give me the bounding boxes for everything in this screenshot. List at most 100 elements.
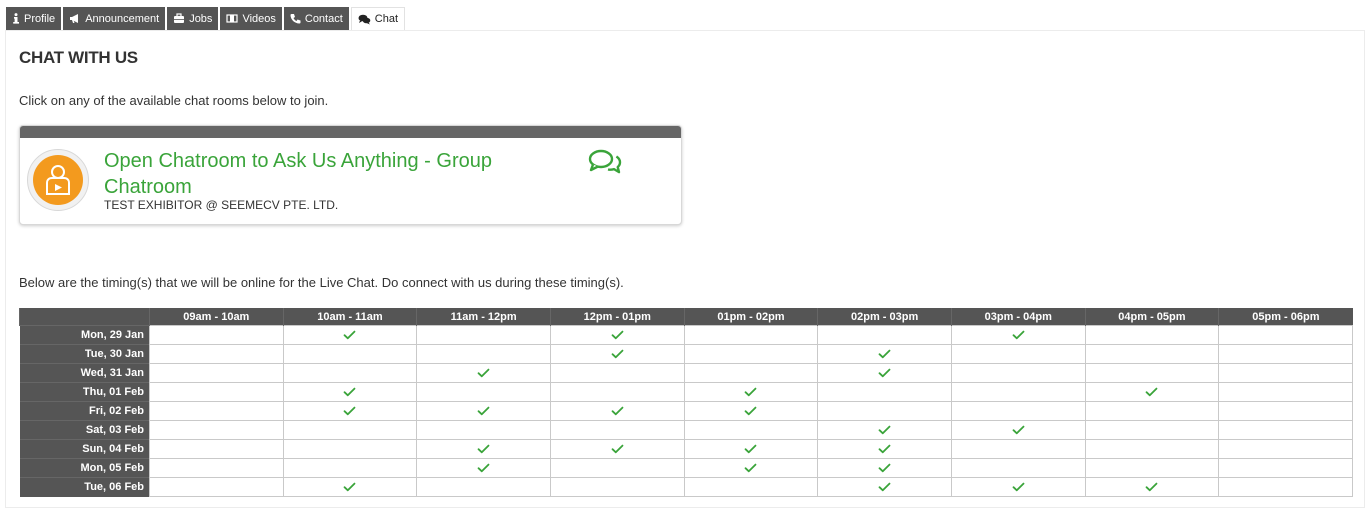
- chatroom-user-icon: [33, 155, 83, 205]
- checkmark-icon: [611, 329, 624, 341]
- slot-header: 05pm - 06pm: [1218, 308, 1353, 326]
- checkmark-icon: [878, 348, 891, 360]
- tab-jobs[interactable]: Jobs: [167, 7, 219, 30]
- empty-slot-cell: [1084, 344, 1220, 364]
- empty-slot-cell: [282, 420, 418, 440]
- checkmark-icon: [744, 443, 757, 455]
- empty-slot-cell: [282, 439, 418, 459]
- empty-slot-cell: [950, 458, 1086, 478]
- available-slot-cell: [416, 458, 551, 478]
- empty-slot-cell: [1218, 420, 1353, 440]
- checkmark-icon: [343, 481, 356, 493]
- empty-slot-cell: [1218, 401, 1353, 421]
- tab-bar: Profile Announcement Jobs Videos Contact…: [6, 7, 407, 30]
- empty-slot-cell: [549, 382, 685, 402]
- available-slot-cell: [282, 325, 418, 345]
- chat-schedule-table: 09am - 10am 10am - 11am 11am - 12pm 12pm…: [19, 308, 1353, 497]
- day-label: Sat, 03 Feb: [19, 420, 150, 440]
- timing-note: Below are the timing(s) that we will be …: [19, 275, 624, 290]
- chatroom-card[interactable]: Open Chatroom to Ask Us Anything - Group…: [19, 125, 682, 225]
- checkmark-icon: [878, 443, 891, 455]
- checkmark-icon: [744, 462, 757, 474]
- empty-slot-cell: [950, 401, 1086, 421]
- empty-slot-cell: [950, 344, 1086, 364]
- schedule-row: Mon, 05 Feb: [19, 458, 1353, 478]
- schedule-row: Sat, 03 Feb: [19, 420, 1353, 440]
- empty-slot-cell: [1084, 439, 1220, 459]
- available-slot-cell: [683, 382, 819, 402]
- checkmark-icon: [611, 405, 624, 417]
- tab-chat[interactable]: Chat: [350, 7, 406, 30]
- available-slot-cell: [817, 458, 952, 478]
- empty-slot-cell: [149, 477, 284, 497]
- tab-announcement[interactable]: Announcement: [63, 7, 166, 30]
- intro-text: Click on any of the available chat rooms…: [19, 93, 329, 108]
- day-label: Mon, 05 Feb: [19, 458, 150, 478]
- empty-slot-cell: [1218, 458, 1353, 478]
- empty-slot-cell: [282, 458, 418, 478]
- chat-bubbles-icon[interactable]: [587, 148, 623, 183]
- empty-slot-cell: [1218, 382, 1353, 402]
- tab-profile[interactable]: Profile: [6, 7, 62, 30]
- available-slot-cell: [549, 401, 685, 421]
- available-slot-cell: [282, 401, 418, 421]
- slot-header: 12pm - 01pm: [549, 308, 685, 326]
- empty-slot-cell: [416, 420, 551, 440]
- empty-slot-cell: [683, 363, 819, 383]
- empty-slot-cell: [817, 382, 952, 402]
- available-slot-cell: [282, 382, 418, 402]
- empty-slot-cell: [1218, 344, 1353, 364]
- available-slot-cell: [416, 363, 551, 383]
- available-slot-cell: [549, 439, 685, 459]
- film-icon: [226, 13, 239, 24]
- schedule-row: Tue, 30 Jan: [19, 344, 1353, 364]
- empty-slot-cell: [149, 420, 284, 440]
- schedule-row: Sun, 04 Feb: [19, 439, 1353, 459]
- tab-contact[interactable]: Contact: [283, 7, 349, 30]
- available-slot-cell: [817, 344, 952, 364]
- available-slot-cell: [950, 325, 1086, 345]
- checkmark-icon: [1012, 481, 1025, 493]
- empty-slot-cell: [149, 363, 284, 383]
- day-label: Sun, 04 Feb: [19, 439, 150, 459]
- checkmark-icon: [611, 443, 624, 455]
- checkmark-icon: [1012, 424, 1025, 436]
- available-slot-cell: [950, 420, 1086, 440]
- day-label: Wed, 31 Jan: [19, 363, 150, 383]
- empty-slot-cell: [416, 344, 551, 364]
- checkmark-icon: [1012, 329, 1025, 341]
- chatroom-name-link[interactable]: Open Chatroom to Ask Us Anything - Group…: [104, 148, 534, 200]
- corner-header-cell: [19, 308, 150, 326]
- empty-slot-cell: [1218, 439, 1353, 459]
- schedule-row: Tue, 06 Feb: [19, 477, 1353, 497]
- empty-slot-cell: [1218, 363, 1353, 383]
- available-slot-cell: [683, 458, 819, 478]
- tab-videos[interactable]: Videos: [220, 7, 282, 30]
- checkmark-icon: [343, 405, 356, 417]
- empty-slot-cell: [1084, 363, 1220, 383]
- empty-slot-cell: [416, 477, 551, 497]
- checkmark-icon: [343, 386, 356, 398]
- empty-slot-cell: [950, 439, 1086, 459]
- empty-slot-cell: [149, 458, 284, 478]
- chatroom-avatar: [27, 149, 89, 211]
- checkmark-icon: [611, 348, 624, 360]
- slot-header: 02pm - 03pm: [817, 308, 952, 326]
- empty-slot-cell: [950, 363, 1086, 383]
- schedule-row: Wed, 31 Jan: [19, 363, 1353, 383]
- day-label: Tue, 06 Feb: [19, 477, 150, 497]
- available-slot-cell: [817, 420, 952, 440]
- empty-slot-cell: [282, 344, 418, 364]
- slot-header: 09am - 10am: [149, 308, 284, 326]
- empty-slot-cell: [549, 363, 685, 383]
- day-label: Thu, 01 Feb: [19, 382, 150, 402]
- checkmark-icon: [744, 386, 757, 398]
- tab-label: Announcement: [85, 12, 160, 25]
- checkmark-icon: [1145, 386, 1158, 398]
- checkmark-icon: [1145, 481, 1158, 493]
- available-slot-cell: [1084, 477, 1220, 497]
- schedule-row: Fri, 02 Feb: [19, 401, 1353, 421]
- empty-slot-cell: [1218, 325, 1353, 345]
- available-slot-cell: [549, 344, 685, 364]
- empty-slot-cell: [1084, 420, 1220, 440]
